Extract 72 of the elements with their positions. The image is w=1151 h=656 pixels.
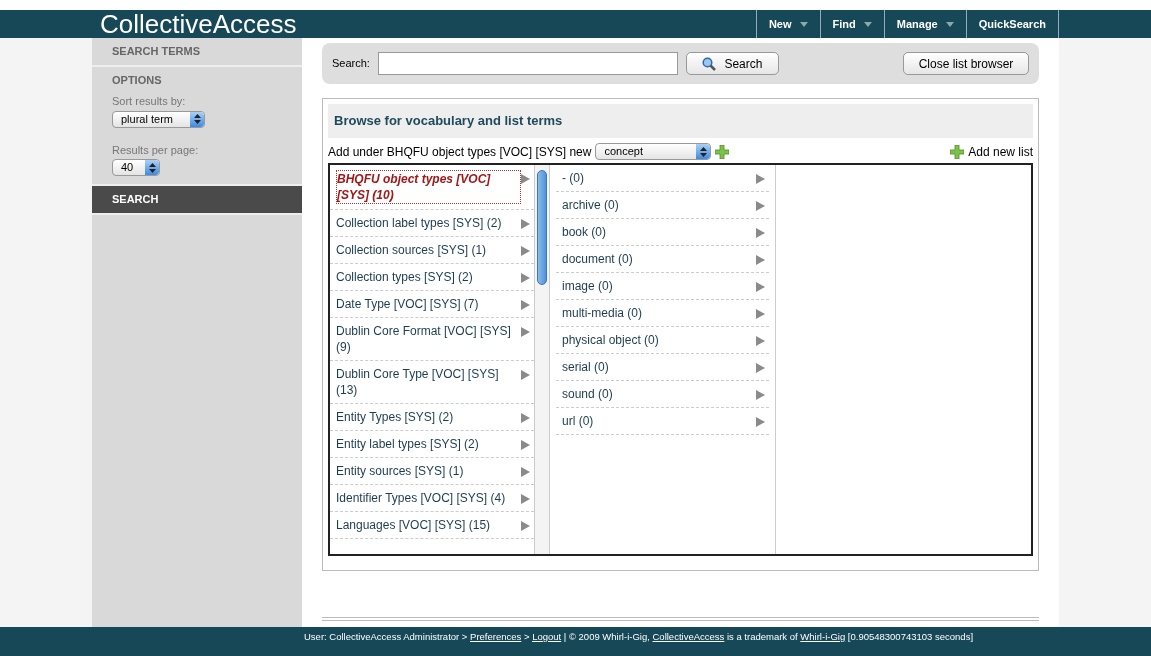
- footer-link[interactable]: CollectiveAccess: [652, 631, 725, 642]
- list-term[interactable]: Collection sources [SYS] (1): [336, 241, 487, 258]
- expand-arrow-icon[interactable]: [756, 281, 765, 292]
- list-term[interactable]: multi-media (0): [562, 304, 642, 321]
- expand-arrow-icon[interactable]: [756, 389, 765, 400]
- footer-link[interactable]: Preferences: [470, 631, 522, 642]
- list-term[interactable]: BHQFU object types [VOC] [SYS] (10): [336, 169, 521, 204]
- footer-link[interactable]: Logout: [532, 631, 562, 642]
- list-term[interactable]: Dublin Core Format [VOC] [SYS] (9): [336, 322, 521, 355]
- type-dropdown[interactable]: concept: [595, 143, 712, 160]
- search-icon: [702, 56, 717, 71]
- expand-arrow-icon[interactable]: [521, 412, 530, 423]
- expand-arrow-icon[interactable]: [521, 493, 530, 504]
- list-term[interactable]: Entity sources [SYS] (1): [336, 462, 464, 479]
- expand-arrow-icon[interactable]: [521, 520, 530, 531]
- list-term[interactable]: archive (0): [562, 196, 619, 213]
- logo[interactable]: CollectiveAccess: [100, 10, 297, 38]
- sidebar-section[interactable]: SEARCH: [92, 186, 302, 213]
- search-field[interactable]: [377, 52, 678, 75]
- stepper-icon: [145, 160, 159, 175]
- expand-arrow-icon[interactable]: [521, 299, 530, 310]
- sidebar-section[interactable]: SEARCH TERMS: [92, 38, 302, 65]
- stepper-icon: [696, 144, 711, 159]
- expand-arrow-icon[interactable]: [756, 362, 765, 373]
- panel-header: Browse for vocabulary and list terms: [328, 104, 1033, 138]
- expand-arrow-icon[interactable]: [521, 369, 530, 380]
- add-icon[interactable]: [715, 144, 730, 159]
- close-list-browser-button[interactable]: Close list browser: [903, 52, 1029, 75]
- expand-arrow-icon[interactable]: [521, 272, 530, 283]
- expand-arrow-icon[interactable]: [521, 439, 530, 450]
- search-button[interactable]: Search: [685, 52, 779, 75]
- list-term[interactable]: book (0): [562, 223, 607, 240]
- expand-arrow-icon[interactable]: [756, 173, 765, 184]
- add-under-label: Add under BHQFU object types [VOC] [SYS] new: [328, 143, 592, 161]
- expand-arrow-icon[interactable]: [756, 200, 765, 211]
- expand-arrow-icon[interactable]: [521, 245, 530, 256]
- list-term[interactable]: Languages [VOC] [SYS] (15): [336, 516, 491, 533]
- add-new-list-link[interactable]: Add new list: [968, 142, 1033, 161]
- stepper-icon: [190, 111, 204, 127]
- expand-arrow-icon[interactable]: [521, 218, 530, 229]
- dropdown-field[interactable]: plural term: [112, 110, 205, 128]
- scrollbar[interactable]: [534, 164, 550, 554]
- expand-arrow-icon[interactable]: [521, 466, 530, 477]
- expand-arrow-icon[interactable]: [756, 254, 765, 265]
- expand-arrow-icon[interactable]: [756, 227, 765, 238]
- list-term[interactable]: image (0): [562, 277, 613, 294]
- list-term[interactable]: Entity label types [SYS] (2): [336, 435, 479, 452]
- list-term[interactable]: Collection types [SYS] (2): [336, 268, 473, 285]
- sidebar-section[interactable]: OPTIONS: [92, 66, 302, 93]
- expand-arrow-icon[interactable]: [756, 335, 765, 346]
- list-term[interactable]: document (0): [562, 250, 633, 267]
- list-term[interactable]: Date Type [VOC] [SYS] (7): [336, 295, 479, 312]
- dropdown-field[interactable]: 40: [112, 159, 160, 176]
- list-term[interactable]: sound (0): [562, 385, 613, 402]
- list-term[interactable]: url (0): [562, 412, 594, 429]
- field-label: Results per page:: [112, 142, 200, 158]
- expand-arrow-icon[interactable]: [756, 416, 765, 427]
- expand-arrow-icon[interactable]: [521, 173, 530, 184]
- list-term[interactable]: Collection label types [SYS] (2): [336, 214, 502, 231]
- list-term[interactable]: Identifier Types [VOC] [SYS] (4): [336, 489, 506, 506]
- footer-text: User: CollectiveAccess Administrator > Preferences > Logout | © 2009 Whirl-i-Gig, CollectiveAccess is a trademark of Whirl-i-Gig [0.90548300743103 seconds]: [304, 630, 975, 643]
- footer-link[interactable]: Whirl-i-Gig: [800, 631, 846, 642]
- list-term[interactable]: Dublin Core Type [VOC] [SYS] (13): [336, 365, 521, 398]
- expand-arrow-icon[interactable]: [521, 326, 530, 337]
- list-term[interactable]: physical object (0): [562, 331, 659, 348]
- expand-arrow-icon[interactable]: [756, 308, 765, 319]
- list-term[interactable]: - (0): [562, 169, 584, 186]
- field-label: Sort results by:: [112, 94, 187, 109]
- add-icon[interactable]: [950, 144, 965, 159]
- list-term[interactable]: Entity Types [SYS] (2): [336, 408, 454, 425]
- list-term[interactable]: serial (0): [562, 358, 609, 375]
- search-label: Search:: [332, 56, 370, 72]
